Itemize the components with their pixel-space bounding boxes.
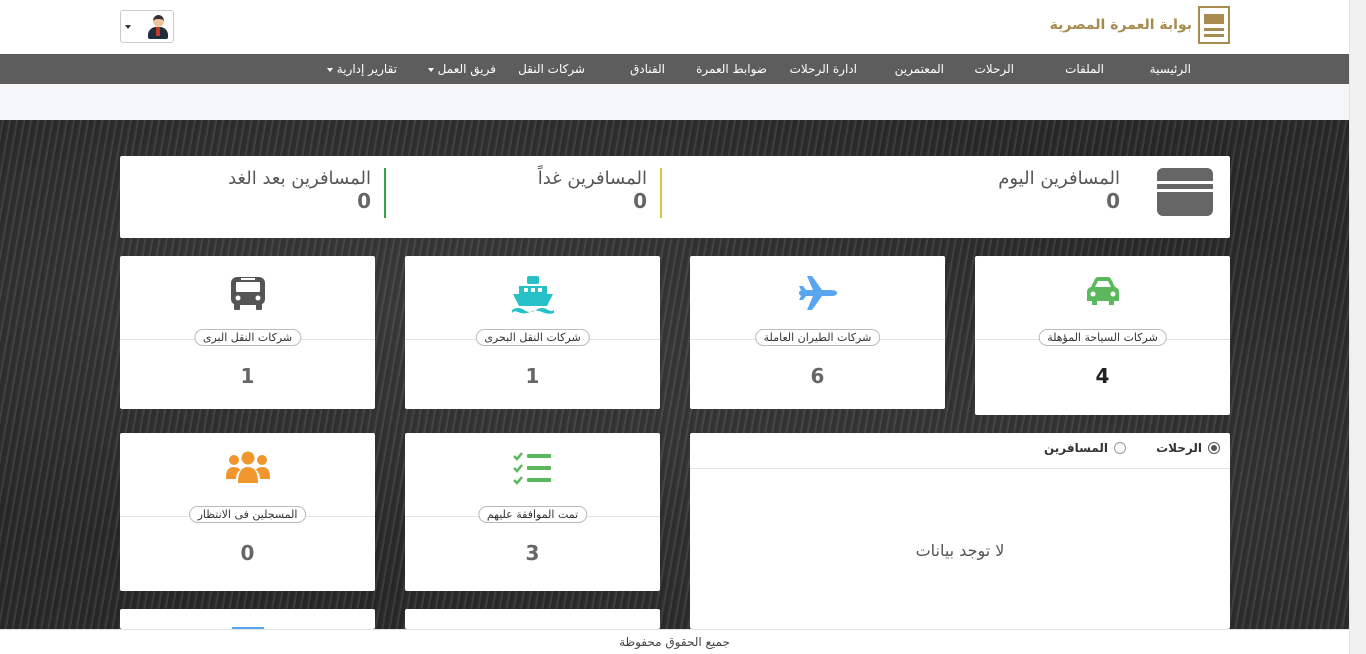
chart-options: الرحلات المسافرين	[690, 433, 1230, 469]
radio-travelers[interactable]: المسافرين	[1044, 441, 1126, 455]
travelers-after-tomorrow-label: المسافرين بعد الغد	[228, 168, 371, 189]
card-value: 1	[525, 364, 540, 388]
nav-item-pilgrims[interactable]: المعتمرين	[895, 54, 944, 84]
radio-trips[interactable]: الرحلات	[1156, 441, 1220, 455]
nav-item-home[interactable]: الرئيسية	[1150, 54, 1191, 84]
nav-item-transport-companies[interactable]: شركات النقل	[518, 54, 585, 84]
users-icon	[120, 451, 375, 489]
divider	[384, 168, 386, 218]
card-value: 1	[240, 364, 255, 388]
kaaba-icon	[1157, 168, 1213, 216]
avatar	[147, 14, 169, 40]
card-label: شركات النقل البحرى	[475, 329, 590, 346]
stat-card-tourism-companies[interactable]: شركات السياحة المؤهلة 4	[975, 256, 1230, 415]
travelers-today-label: المسافرين اليوم	[998, 168, 1120, 189]
nav-item-hotels[interactable]: الفنادق	[630, 54, 665, 84]
card-value: 6	[810, 364, 825, 388]
copyright-text: جميع الحقوق محفوظة	[619, 635, 730, 649]
nav-item-trip-management[interactable]: ادارة الرحلات	[790, 54, 857, 84]
logo-text: بوابة العمرة المصرية	[1049, 17, 1192, 33]
radio-button-checked[interactable]	[1208, 442, 1220, 454]
stat-card[interactable]	[405, 609, 660, 629]
car-icon	[975, 274, 1230, 312]
divider	[660, 168, 662, 218]
travelers-today: المسافرين اليوم 0	[998, 168, 1120, 213]
radio-travelers-label: المسافرين	[1043, 441, 1108, 455]
chevron-down-icon	[427, 67, 434, 72]
stat-card-waiting[interactable]: المسجلين فى الانتظار 0	[120, 433, 375, 591]
nav-item-umrah-rules[interactable]: ضوابط العمرة	[696, 54, 767, 84]
bus-icon	[120, 274, 375, 312]
trips-chart-card: الرحلات المسافرين لا توجد بيانات	[690, 433, 1230, 629]
travelers-today-value: 0	[1106, 189, 1120, 213]
travelers-tomorrow-label: المسافرين غداً	[537, 168, 647, 189]
nav-item-team[interactable]: فريق العمل	[427, 54, 496, 84]
footer: جميع الحقوق محفوظة	[0, 629, 1349, 654]
logo-emblem-icon	[1198, 6, 1230, 44]
user-menu-button[interactable]	[120, 10, 174, 43]
card-label: المسجلين فى الانتظار	[188, 506, 307, 523]
stat-card-sea-transport[interactable]: شركات النقل البحرى 1	[405, 256, 660, 409]
stat-card[interactable]	[120, 609, 375, 629]
airplane-icon	[690, 274, 945, 312]
travelers-summary-card: المسافرين اليوم 0 المسافرين غداً 0 المسا…	[120, 156, 1230, 238]
radio-trips-label: الرحلات	[1156, 441, 1202, 455]
checklist-icon	[405, 451, 660, 489]
chevron-down-icon	[125, 24, 131, 29]
card-label: تمت الموافقة عليهم	[477, 506, 588, 523]
travelers-after-tomorrow-value: 0	[357, 189, 371, 213]
card-label: شركات السياحة المؤهلة	[1038, 329, 1167, 346]
stat-card-approved[interactable]: تمت الموافقة عليهم 3	[405, 433, 660, 591]
travelers-tomorrow: المسافرين غداً 0	[538, 168, 647, 213]
nav-item-files[interactable]: الملفات	[1065, 54, 1104, 84]
header: بوابة العمرة المصرية	[0, 0, 1349, 54]
stat-card-airlines[interactable]: شركات الطيران العاملة 6	[690, 256, 945, 409]
card-value: 3	[525, 541, 540, 565]
sub-header-strip	[0, 84, 1349, 120]
card-value: 0	[240, 541, 255, 565]
radio-button[interactable]	[1114, 442, 1126, 454]
nav-item-reports[interactable]: تقارير إدارية	[326, 54, 397, 84]
vertical-scrollbar[interactable]	[1349, 0, 1366, 654]
main-nav: الرئيسية الملفات الرحلات المعتمرين ادارة…	[0, 54, 1349, 84]
card-label: شركات الطيران العاملة	[754, 329, 881, 346]
stat-card-land-transport[interactable]: شركات النقل البرى 1	[120, 256, 375, 409]
chevron-down-icon	[326, 67, 333, 72]
nav-item-trips[interactable]: الرحلات	[975, 54, 1015, 84]
travelers-after-tomorrow: المسافرين بعد الغد 0	[228, 168, 371, 213]
ship-icon	[405, 274, 660, 314]
card-label: شركات النقل البرى	[193, 329, 302, 346]
card-value: 4	[1095, 364, 1110, 388]
site-logo[interactable]: بوابة العمرة المصرية	[1050, 6, 1230, 44]
no-data-message: لا توجد بيانات	[915, 541, 1005, 560]
travelers-tomorrow-value: 0	[633, 189, 647, 213]
